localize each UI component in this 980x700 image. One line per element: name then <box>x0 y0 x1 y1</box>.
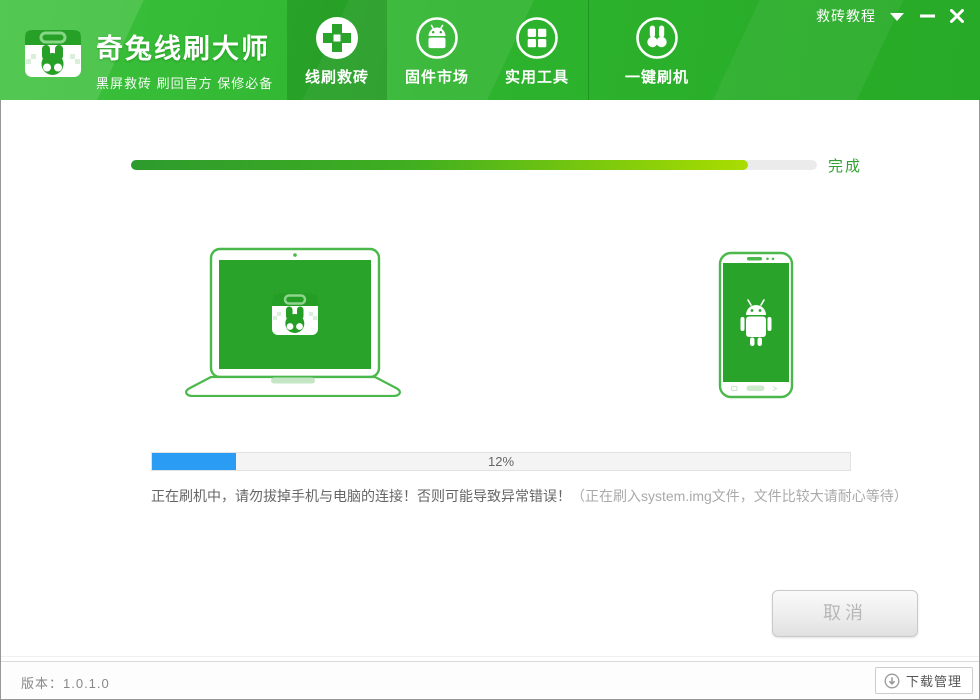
status-detail-text: （正在刷入system.img文件，文件比较大请耐心等待） <box>571 488 908 504</box>
flash-rescue-icon <box>315 16 359 60</box>
cancel-button[interactable]: 取消 <box>772 590 918 637</box>
tab-tools[interactable]: 实用工具 <box>487 0 587 100</box>
download-circle-icon <box>884 673 900 689</box>
flash-progress-percent: 12% <box>152 453 850 470</box>
tab-flash-rescue[interactable]: 线刷救砖 <box>287 0 387 100</box>
phone-illustration <box>718 251 794 399</box>
app-title: 奇兔线刷大师 <box>96 27 273 66</box>
footer: 版本：1.0.1.0 下载管理 <box>1 661 979 699</box>
stage-progress-fill <box>131 160 748 170</box>
download-manager-button[interactable]: 下载管理 <box>875 667 973 694</box>
version-label: 版本：1.0.1.0 <box>21 673 110 692</box>
header: 奇兔线刷大师 黑屏救砖 刷回官方 保修必备 线刷救砖 <box>0 0 980 100</box>
close-icon <box>950 9 964 23</box>
tab-firmware-market[interactable]: 固件市场 <box>387 0 487 100</box>
flash-progress-track: 12% <box>151 452 851 471</box>
close-button[interactable] <box>942 5 972 27</box>
laptop-illustration <box>182 247 404 397</box>
stage-done-label: 完成 <box>828 155 862 176</box>
tab-gap <box>587 0 607 100</box>
app-logo-icon <box>24 26 82 78</box>
menu-button[interactable] <box>882 5 912 27</box>
tab-divider <box>588 0 589 100</box>
nav-tabs: 线刷救砖 固件市场 <box>287 0 707 100</box>
content-divider <box>1 656 979 657</box>
rescue-tutorial-link[interactable]: 救砖教程 <box>810 4 882 28</box>
app-subtitle: 黑屏救砖 刷回官方 保修必备 <box>96 73 273 92</box>
minimize-icon <box>920 14 935 18</box>
status-main-text: 正在刷机中，请勿拔掉手机与电脑的连接！否则可能导致异常错误！ <box>151 488 571 504</box>
one-key-flash-icon <box>635 16 679 60</box>
minimize-button[interactable] <box>912 5 942 27</box>
window-controls: 救砖教程 <box>810 4 972 28</box>
main-content: 完成 <box>0 100 980 700</box>
tab-label: 一键刷机 <box>625 66 689 87</box>
tab-label: 固件市场 <box>405 66 469 87</box>
tab-label: 实用工具 <box>505 66 569 87</box>
tab-one-key-flash[interactable]: 一键刷机 <box>607 0 707 100</box>
firmware-market-icon <box>415 16 459 60</box>
tab-label: 线刷救砖 <box>305 66 369 87</box>
stage-progress-track <box>131 160 817 170</box>
download-manager-label: 下载管理 <box>906 671 962 690</box>
tools-icon <box>515 16 559 60</box>
status-message: 正在刷机中，请勿拔掉手机与电脑的连接！否则可能导致异常错误！（正在刷入syste… <box>151 486 908 506</box>
app-window: 奇兔线刷大师 黑屏救砖 刷回官方 保修必备 线刷救砖 <box>0 0 980 700</box>
chevron-down-icon <box>890 12 904 21</box>
brand: 奇兔线刷大师 黑屏救砖 刷回官方 保修必备 <box>96 27 273 92</box>
